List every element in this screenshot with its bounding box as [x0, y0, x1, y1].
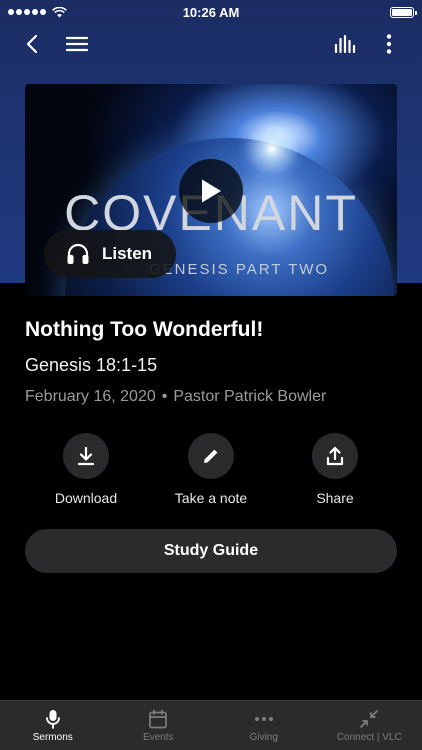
share-button[interactable]: Share: [280, 433, 390, 506]
menu-button[interactable]: [59, 26, 95, 62]
share-label: Share: [316, 490, 354, 506]
sun-flare: [237, 114, 307, 184]
tab-giving[interactable]: Giving: [211, 701, 317, 750]
play-icon: [202, 179, 221, 203]
tab-events[interactable]: Events: [106, 701, 212, 750]
audio-levels-icon: [334, 35, 356, 53]
sermon-date: February 16, 2020: [25, 388, 156, 405]
sermon-meta: February 16, 2020 • Pastor Patrick Bowle…: [25, 388, 326, 406]
listen-label: Listen: [102, 244, 153, 263]
share-circle[interactable]: [312, 433, 358, 479]
meta-separator: •: [161, 388, 168, 405]
tab-sermons-label: Sermons: [32, 732, 73, 743]
more-button[interactable]: [371, 26, 407, 62]
tab-events-label: Events: [142, 732, 174, 743]
scripture-reference: Genesis 18:1-15: [25, 355, 158, 375]
chevron-left-icon: [26, 34, 38, 54]
status-left: [8, 6, 67, 18]
share-icon: [326, 446, 344, 466]
take-note-circle[interactable]: [188, 433, 234, 479]
back-button[interactable]: [14, 26, 50, 62]
tab-giving-label: Giving: [249, 732, 278, 743]
download-label: Download: [54, 490, 118, 506]
battery-icon: [390, 6, 417, 18]
play-button[interactable]: [179, 159, 243, 223]
nav-bar: [0, 26, 422, 62]
signal-icon: [8, 9, 46, 15]
calendar-icon: [149, 709, 168, 729]
artwork-subtitle: GENESIS PART TWO: [149, 261, 330, 278]
download-button[interactable]: Download: [31, 433, 141, 506]
ellipsis-icon: [254, 717, 273, 721]
pencil-icon: [204, 449, 218, 463]
status-bar: 10:26 AM: [0, 0, 422, 24]
download-icon: [77, 446, 95, 466]
audio-levels-button[interactable]: [327, 26, 363, 62]
take-note-label: Take a note: [174, 490, 248, 506]
take-note-button[interactable]: Take a note: [156, 433, 266, 506]
listen-button[interactable]: Listen: [44, 230, 176, 278]
microphone-icon: [45, 710, 60, 729]
wifi-icon: [52, 6, 67, 17]
download-circle[interactable]: [63, 433, 109, 479]
headphones-icon: [67, 243, 89, 264]
hamburger-icon: [66, 36, 88, 52]
tab-sermons[interactable]: Sermons: [0, 701, 106, 750]
collapse-arrows-icon: [360, 710, 379, 728]
more-vertical-icon: [386, 34, 392, 54]
sermon-title: Nothing Too Wonderful!: [25, 318, 264, 341]
tab-bar: Sermons Events Giving Connect | VLC: [0, 700, 422, 750]
tab-connect[interactable]: Connect | VLC: [317, 701, 422, 750]
study-guide-button[interactable]: Study Guide: [25, 529, 397, 573]
tab-connect-label: Connect | VLC: [336, 732, 402, 743]
sermon-speaker: Pastor Patrick Bowler: [173, 388, 327, 405]
